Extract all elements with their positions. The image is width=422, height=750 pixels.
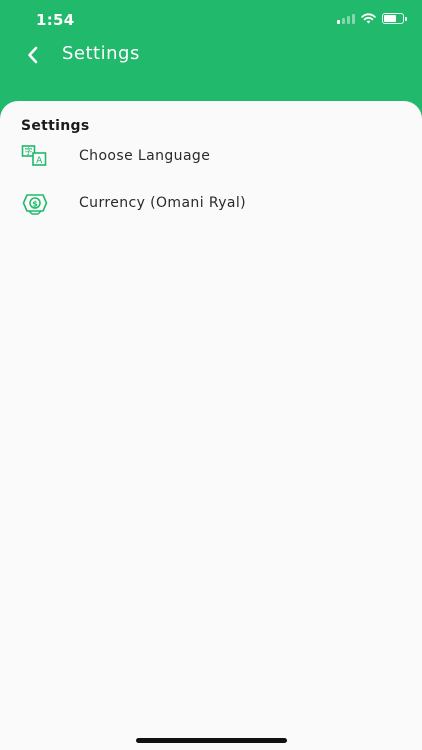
currency-item[interactable]: $ Currency (Omani Ryal)	[0, 183, 422, 223]
wifi-icon	[361, 13, 376, 24]
status-icons	[337, 13, 407, 24]
choose-language-item[interactable]: 字 A Choose Language	[0, 136, 422, 176]
choose-language-label: Choose Language	[79, 148, 211, 164]
status-bar: 1:54	[0, 0, 422, 40]
battery-icon	[382, 13, 407, 24]
chevron-left-icon	[28, 46, 38, 64]
svg-text:$: $	[32, 199, 38, 208]
cellular-signal-icon	[337, 13, 355, 24]
money-icon: $	[21, 189, 49, 217]
back-button[interactable]	[18, 40, 48, 70]
svg-text:字: 字	[25, 146, 33, 156]
status-time: 1:54	[36, 11, 75, 29]
svg-text:A: A	[36, 156, 43, 166]
translate-icon: 字 A	[21, 142, 49, 170]
currency-label: Currency (Omani Ryal)	[79, 195, 247, 211]
page-title: Settings	[62, 43, 140, 64]
home-indicator[interactable]	[136, 738, 287, 743]
app-header: Settings	[0, 40, 422, 100]
settings-panel: Settings 字 A Choose Language $ Currency …	[0, 101, 422, 750]
battery-fill	[384, 15, 396, 22]
section-title: Settings	[21, 118, 90, 134]
